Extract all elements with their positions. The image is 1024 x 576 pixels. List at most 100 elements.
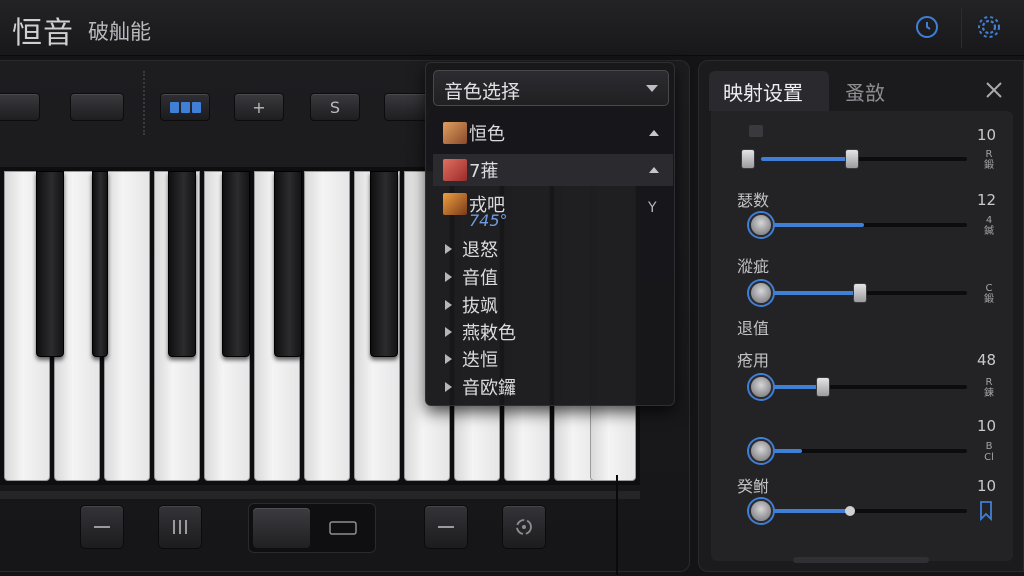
voice-item-label: 退怒	[462, 240, 498, 261]
param-unit: R 鍊	[984, 377, 994, 399]
caret-right-icon	[445, 327, 452, 337]
param-label: 癸鲋	[737, 477, 770, 496]
voice-item-label: 音值	[462, 268, 498, 289]
tab-label: 映射设置	[723, 80, 803, 105]
caret-right-icon	[445, 300, 452, 310]
toolbar-divider	[961, 8, 962, 48]
section-label: 退值	[737, 319, 770, 338]
keyboard-layout-icon	[169, 101, 201, 113]
voice-item[interactable]: 音欧鑼	[433, 373, 673, 401]
app-title: 恒音	[12, 16, 74, 51]
black-key[interactable]	[168, 171, 196, 357]
key-stem	[616, 475, 618, 575]
plus-icon: +	[252, 97, 266, 117]
slider-track[interactable]	[761, 385, 967, 389]
voice-item[interactable]: 恒色	[433, 119, 673, 147]
toolbar-button-1[interactable]	[0, 93, 40, 121]
slider-fill	[761, 291, 860, 295]
tab-label: 蚤敨	[845, 80, 885, 105]
minus-icon	[94, 526, 110, 528]
voice-select[interactable]: 音色选择	[433, 70, 669, 106]
slider-knob[interactable]	[749, 213, 773, 237]
slider-fill	[761, 157, 852, 161]
tab-parameters[interactable]: 蚤敨	[845, 71, 885, 111]
toolbar-button-6[interactable]	[384, 93, 430, 121]
chevron-up-icon[interactable]	[649, 167, 659, 173]
slider-thumb[interactable]	[815, 377, 830, 397]
black-key[interactable]	[370, 171, 398, 357]
toolbar-divider	[143, 71, 145, 135]
black-key[interactable]	[222, 171, 250, 357]
param-value: 48	[977, 351, 997, 369]
voice-item-label: 音欧鑼	[462, 378, 516, 399]
slider-thumb[interactable]	[844, 149, 859, 169]
voice-item[interactable]: 抜飒	[433, 291, 673, 319]
title-bar: 恒音 破舢能	[0, 0, 1024, 56]
slider-track[interactable]	[761, 157, 967, 161]
close-icon[interactable]	[983, 79, 1005, 101]
voice-thumbnail	[443, 193, 467, 215]
bookmark-icon[interactable]	[979, 501, 993, 521]
octave-down-button[interactable]	[80, 505, 124, 549]
mapping-settings-panel: 映射设置 蚤敨 10 R 鍛 瑟数 12 4 鍼 漎疵 C 鍛 退值 疮用 48	[698, 60, 1024, 572]
param-unit: R 鍛	[984, 149, 994, 171]
caret-right-icon	[445, 354, 452, 364]
voice-item[interactable]: 7蓷	[433, 154, 673, 186]
view-toggle-option-1[interactable]	[253, 508, 310, 548]
param-unit: C 鍛	[984, 283, 994, 305]
voice-thumbnail	[443, 159, 467, 181]
voice-item-extra: Y	[648, 200, 657, 216]
chevron-up-icon[interactable]	[649, 130, 659, 136]
keyboard-icon	[328, 521, 357, 535]
param-unit: B Cl	[984, 441, 994, 463]
slider-track[interactable]	[761, 449, 967, 453]
settings-content: 10 R 鍛 瑟数 12 4 鍼 漎疵 C 鍛 退值 疮用 48 R 鍊 10 …	[711, 111, 1013, 561]
param-label: 疮用	[737, 351, 770, 370]
slider-thumb-start[interactable]	[741, 149, 755, 169]
slider-track[interactable]	[761, 223, 967, 227]
octave-up-button[interactable]	[424, 505, 468, 549]
slider-knob[interactable]	[749, 281, 773, 305]
slider-thumb[interactable]	[852, 283, 867, 303]
slider-knob[interactable]	[749, 499, 773, 523]
mixer-button[interactable]	[158, 505, 202, 549]
slider-knob[interactable]	[749, 375, 773, 399]
keyboard-bottom-strip	[0, 491, 640, 499]
loop-icon	[516, 519, 532, 535]
param-value: 10	[977, 477, 997, 495]
clock-icon[interactable]	[914, 14, 940, 40]
param-value: 12	[977, 191, 997, 209]
bars-icon	[173, 520, 187, 534]
voice-item-label: 7蓷	[469, 161, 499, 182]
white-key[interactable]	[304, 171, 350, 481]
caret-right-icon	[445, 382, 452, 392]
voice-item[interactable]: 迭恒	[433, 345, 673, 373]
voice-item[interactable]: 音值	[433, 263, 673, 291]
keyboard-layout-button[interactable]	[160, 93, 210, 121]
slider-track[interactable]	[761, 509, 967, 513]
voice-item-label: 抜飒	[462, 296, 498, 317]
white-key[interactable]	[104, 171, 150, 481]
voice-item-label: 恒色	[469, 124, 505, 145]
voice-thumbnail	[443, 122, 467, 144]
slider-dot[interactable]	[844, 506, 855, 516]
param-value: 10	[977, 126, 997, 144]
loop-button[interactable]	[502, 505, 546, 549]
view-toggle-option-2[interactable]	[314, 508, 371, 548]
voice-item[interactable]: 燕敕色	[433, 318, 673, 346]
voice-item[interactable]: 退怒	[433, 235, 673, 263]
add-button[interactable]: +	[234, 93, 284, 121]
tab-mapping-settings[interactable]: 映射设置	[709, 71, 829, 111]
view-toggle	[248, 503, 376, 553]
caret-right-icon	[445, 272, 452, 282]
sustain-button[interactable]: S	[310, 93, 360, 121]
black-key[interactable]	[36, 171, 64, 357]
toolbar-button-2[interactable]	[70, 93, 124, 121]
param-label: 漎疵	[737, 257, 770, 276]
scrollbar[interactable]	[793, 557, 929, 563]
black-key[interactable]	[92, 171, 108, 357]
voice-dropdown-menu: 音色选择 恒色 7蓷 戎吧 退怒 音值 抜飒 燕敕色 迭恒 音欧鑼	[425, 62, 675, 406]
black-key[interactable]	[274, 171, 302, 357]
slider-knob[interactable]	[749, 439, 773, 463]
gear-icon[interactable]	[976, 14, 1002, 40]
